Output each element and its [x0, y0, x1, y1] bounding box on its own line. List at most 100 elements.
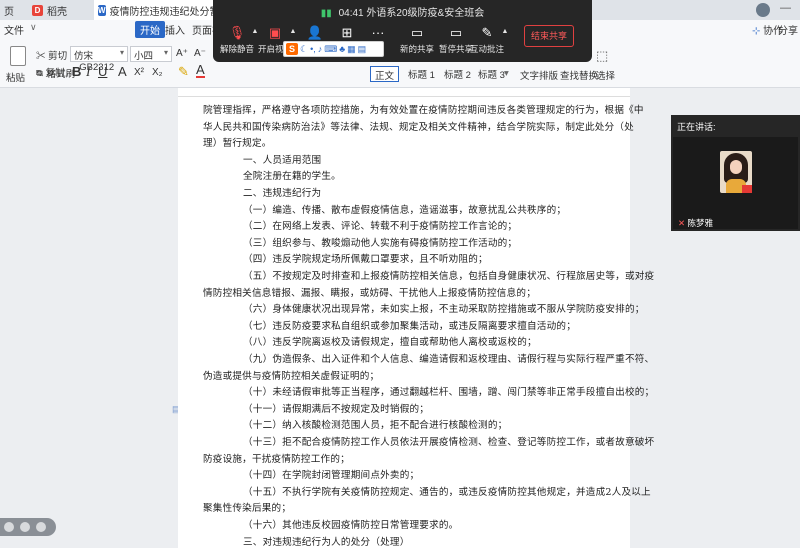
- underline-icon[interactable]: U: [98, 64, 107, 79]
- document-line: （五）不按规定及时排查和上报疫情防控相关信息，包括自身健康状况、行程旅居史等，或…: [243, 271, 655, 282]
- menu-start[interactable]: 开始: [135, 21, 165, 38]
- floating-controls[interactable]: [0, 518, 56, 536]
- meeting-toolbar: ▮▮ 04:41 外语系20级防疫&安全班会 🎙 解除静音 ▲ ▣ 开启视频 ▲…: [213, 0, 592, 62]
- canvas-left: ▤: [0, 88, 181, 548]
- format-painter-button[interactable]: ✎ 格式刷: [36, 66, 75, 80]
- cut-label: 剪切: [48, 51, 68, 62]
- select-button[interactable]: 选择: [596, 68, 615, 82]
- avatar[interactable]: [756, 3, 770, 17]
- document-line: （七）违反防疫要求私自组织或参加聚集活动，或违反隔离要求擅自活动的；: [243, 320, 576, 332]
- mic-icon: ♪: [317, 44, 323, 54]
- keyboard-icon: ⌨: [324, 43, 338, 54]
- control-dot-icon: [4, 522, 14, 532]
- menu-insert[interactable]: 插入: [165, 22, 185, 37]
- style-label: 标题 2: [444, 70, 471, 81]
- style-heading-1[interactable]: 标题 1: [404, 66, 439, 82]
- menu-icon: ▤: [357, 43, 367, 54]
- scissors-icon: ✂: [36, 51, 46, 62]
- document-line: 一、人员适用范围: [243, 154, 322, 166]
- document-line: （六）身体健康状况出现异常，未如实上报，不主动采取防控措施或不服从学院防疫安排的…: [243, 304, 645, 316]
- paste-button[interactable]: 粘贴: [4, 46, 34, 84]
- document-line: 三、对违规违纪行为人的处分（处理）: [243, 536, 410, 548]
- style-label: 标题 3: [478, 70, 505, 81]
- document-line: （十一）请假期满后不按规定及时销假的；: [243, 403, 430, 415]
- control-dot-icon: [36, 522, 46, 532]
- docer-icon: D: [32, 4, 43, 16]
- speaker-video[interactable]: ✕ 陈梦雅: [673, 137, 798, 229]
- document-line: 全院注册在籍的学生。: [243, 171, 341, 183]
- ruler[interactable]: [178, 88, 630, 97]
- menu-file[interactable]: 文件: [4, 22, 24, 37]
- meeting-title-text: 04:41 外语系20级防疫&安全班会: [338, 8, 485, 19]
- document-line: （一）编造、传播、散布虚假疫情信息，造谣滋事，故意扰乱公共秩序的；: [243, 204, 567, 216]
- cursor-icon: ⬚: [596, 48, 609, 63]
- format-painter-label: 格式刷: [46, 69, 76, 80]
- find-replace-label: 查找替换: [560, 71, 599, 82]
- minimize-icon[interactable]: —: [780, 2, 791, 14]
- document-line: 聚集性传染后果的；: [203, 503, 292, 515]
- document-line: 理）暂行规定。: [203, 138, 272, 150]
- style-label: 标题 1: [408, 70, 435, 81]
- find-replace-button[interactable]: 查找替换: [560, 68, 598, 82]
- chevron-down-icon[interactable]: ▲: [499, 28, 511, 35]
- unmute-label: 解除静音: [219, 44, 254, 54]
- document-line: 情防控相关信息错报、漏报、瞒报，或妨碍、干扰他人上报疫情防控信息的；: [203, 287, 536, 299]
- mic-muted-icon: ✕: [678, 218, 686, 228]
- styles-more-icon[interactable]: ▾: [504, 68, 509, 79]
- end-share-button[interactable]: 结束共享: [524, 25, 574, 47]
- chevron-down-icon[interactable]: ∨: [30, 22, 37, 33]
- font-size-select[interactable]: 小四 ▾: [130, 46, 172, 62]
- document-line: 华人民共和国传染病防治法》等法律、法规、规定及相关文件精神，结合学院实际，制定此…: [203, 121, 634, 133]
- skin-icon: ♣: [339, 44, 346, 54]
- strikethrough-icon[interactable]: A: [118, 64, 127, 79]
- superscript-icon[interactable]: X²: [134, 67, 144, 78]
- bold-icon[interactable]: B: [72, 64, 81, 79]
- share-button[interactable]: 分享: [778, 22, 798, 37]
- toolbox-icon: ▦: [347, 43, 356, 54]
- control-dot-icon: [20, 522, 30, 532]
- document-line: （九）伪造假条、出入证件和个人信息、编造请假和返校理由、请假行程与实际行程严重不…: [243, 354, 655, 365]
- brush-icon: ✎: [36, 69, 44, 80]
- document-line: （十三）拒不配合疫情防控工作人员依法开展疫情检测、检查、登记等防控工作，或者故意…: [243, 437, 655, 448]
- tab-label: 疫情防控违规违纪处分暂行规律通书: [109, 6, 214, 18]
- meeting-title: ▮▮ 04:41 外语系20级防疫&安全班会: [213, 4, 592, 19]
- sogou-logo-icon: S: [286, 43, 298, 55]
- tab-label: 页: [4, 6, 14, 18]
- document-line: （十四）在学院封闭管理期间点外卖的；: [243, 470, 420, 482]
- document-line: （十）未经请假审批等正当程序，通过翻越栏杆、围墙，蹭、闯门禁等非正常手段擅自出校…: [243, 387, 655, 399]
- moon-icon: ☾: [300, 43, 309, 54]
- tab-document[interactable]: W 疫情防控违规违纪处分暂行规律通书: [94, 0, 214, 20]
- end-share-label: 结束共享: [530, 31, 567, 41]
- document-line: （四）违反学院规定场所佩戴口罩要求，且不听劝阻的；: [243, 254, 488, 266]
- tab-docer[interactable]: D 稻壳: [28, 0, 92, 20]
- font-name-select[interactable]: 仿宋_GB2312 ▾: [70, 46, 128, 73]
- style-label: 正文: [375, 71, 395, 82]
- subscript-icon[interactable]: X₂: [152, 67, 163, 78]
- tab-home[interactable]: 页: [0, 0, 26, 20]
- highlight-icon[interactable]: ✎: [178, 64, 189, 80]
- document-page[interactable]: 院管理指挥，严格遵守各项防控措施，为有效处置在疫情防控期间违反各类管理规定的行为…: [178, 97, 654, 548]
- style-normal[interactable]: 正文: [370, 66, 400, 82]
- new-share-label: 新的共享: [399, 44, 434, 54]
- speaker-panel: 正在讲话: ✕ 陈梦雅: [671, 115, 800, 231]
- document-line: 院管理指挥，严格遵守各项防控措施，为有效处置在疫情防控期间违反各类管理规定的行为…: [203, 105, 644, 116]
- share-label: 分享: [778, 26, 798, 37]
- chevron-down-icon: ▾: [119, 48, 124, 57]
- speaker-header: 正在讲话:: [677, 122, 716, 132]
- menu-start-label: 开始: [140, 26, 160, 37]
- document-line: （十五）不执行学院有关疫情防控规定、通告的，或违反疫情防控其他规定，并造成2人及…: [243, 486, 651, 498]
- annotate-label: 互动批注: [469, 44, 504, 54]
- document-line: （三）组织参与、教唆煽动他人实施有碍疫情防控工作活动的；: [243, 237, 518, 249]
- tab-label: 稻壳: [47, 6, 67, 18]
- speaker-name: ✕ 陈梦雅: [678, 218, 714, 228]
- cut-button[interactable]: ✂ 剪切: [36, 48, 67, 62]
- text-layout-button[interactable]: 文字排版: [520, 68, 558, 82]
- menu-insert-label: 插入: [165, 26, 185, 37]
- grow-font-icon[interactable]: A⁺: [176, 48, 188, 59]
- paste-label: 粘贴: [6, 73, 26, 84]
- italic-icon[interactable]: I: [86, 64, 90, 80]
- shrink-font-icon[interactable]: A⁻: [194, 48, 206, 59]
- style-heading-2[interactable]: 标题 2: [440, 66, 475, 82]
- font-color-icon[interactable]: A: [196, 63, 205, 78]
- ime-toolbar[interactable]: S ☾ •, ♪ ⌨ ♣ ▦ ▤: [283, 41, 384, 57]
